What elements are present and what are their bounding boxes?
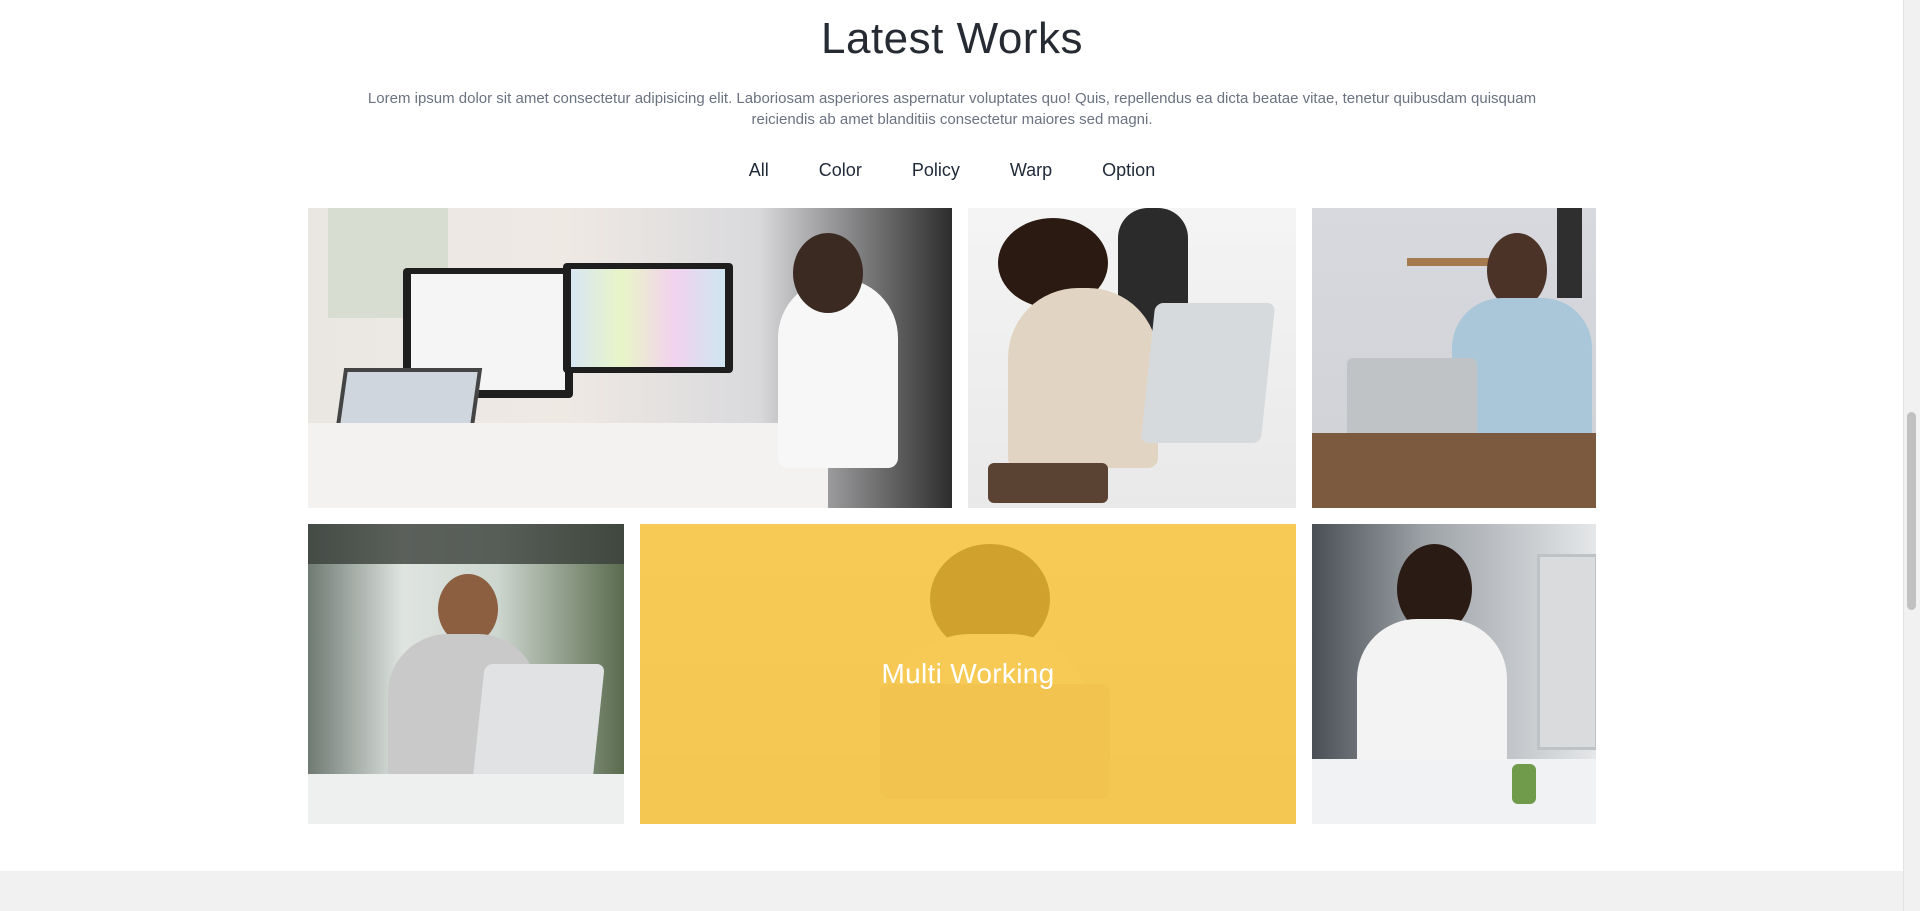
wood-table bbox=[1312, 433, 1596, 508]
gallery-item-pair[interactable] bbox=[968, 208, 1296, 508]
laptop bbox=[1140, 303, 1276, 443]
page-scrollbar[interactable] bbox=[1903, 0, 1920, 911]
section-title: Latest Works bbox=[821, 14, 1083, 63]
person-hair bbox=[793, 233, 863, 313]
woman-sweater bbox=[1008, 288, 1158, 468]
gallery-item-window[interactable] bbox=[308, 524, 624, 824]
gallery-item-office[interactable] bbox=[308, 208, 952, 508]
hover-overlay[interactable]: Multi Working bbox=[640, 524, 1296, 824]
filter-policy[interactable]: Policy bbox=[887, 160, 985, 181]
filter-all[interactable]: All bbox=[724, 160, 794, 181]
filter-warp[interactable]: Warp bbox=[985, 160, 1077, 181]
monitor bbox=[1537, 554, 1596, 750]
desk bbox=[308, 774, 624, 824]
gallery-item-multi-working[interactable]: Multi Working bbox=[640, 524, 1296, 824]
filter-color[interactable]: Color bbox=[794, 160, 887, 181]
desk bbox=[1312, 759, 1596, 824]
succulent bbox=[1512, 764, 1536, 804]
filter-bar: All Color Policy Warp Option bbox=[0, 160, 1904, 181]
filter-option[interactable]: Option bbox=[1077, 160, 1180, 181]
footer-band bbox=[0, 871, 1904, 911]
scrollbar-thumb[interactable] bbox=[1907, 412, 1916, 610]
desk bbox=[308, 423, 828, 508]
wall-frames bbox=[1557, 208, 1582, 298]
gallery-item-man[interactable] bbox=[1312, 208, 1596, 508]
section-description: Lorem ipsum dolor sit amet consectetur a… bbox=[367, 90, 1537, 128]
ceiling bbox=[308, 524, 624, 564]
man-head bbox=[1487, 233, 1547, 308]
latest-works-section: Latest Works Lorem ipsum dolor sit amet … bbox=[0, 0, 1904, 871]
overlay-caption: Multi Working bbox=[881, 658, 1055, 689]
book bbox=[988, 463, 1108, 503]
spreadsheet-screen bbox=[571, 269, 725, 367]
gallery-item-phone[interactable] bbox=[1312, 524, 1596, 824]
